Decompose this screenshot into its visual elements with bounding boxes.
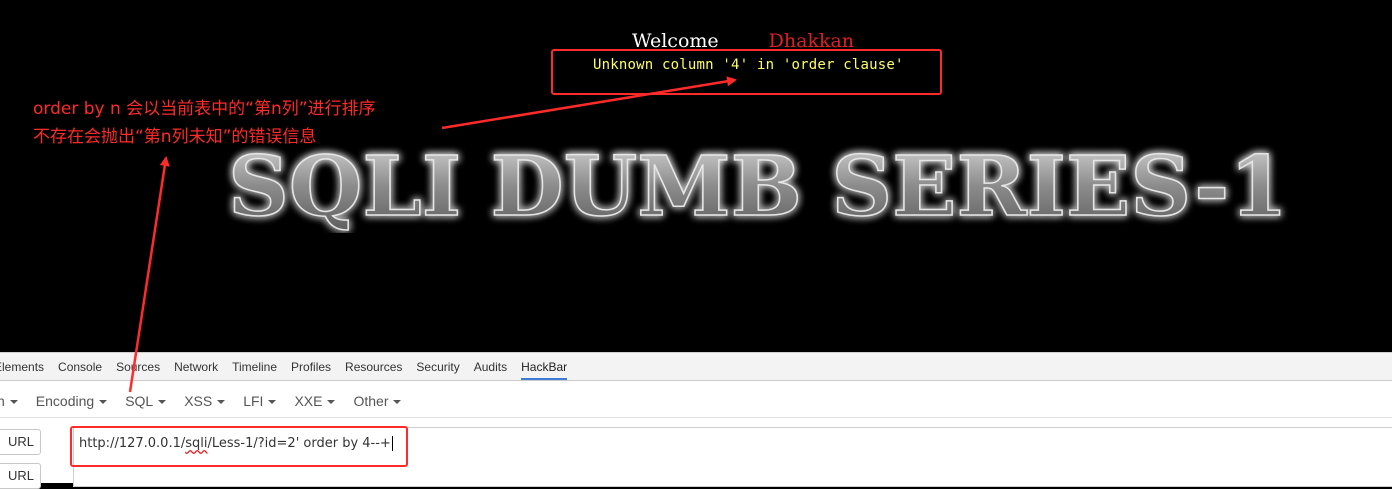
caret-down-icon [217, 400, 226, 405]
caret-down-icon [327, 400, 336, 405]
menu-xss[interactable]: XSS [184, 393, 226, 409]
caret-down-icon [9, 400, 18, 405]
menu-other[interactable]: Other [353, 393, 402, 409]
annotation-note: order by n 会以当前表中的“第n列”进行排序 不存在会抛出“第n列未知… [33, 95, 376, 151]
page-viewport: Welcome Dhakkan Unknown column '4' in 'or… [0, 0, 1392, 352]
caret-down-icon [158, 400, 167, 405]
menu-sql[interactable]: SQL [125, 393, 167, 409]
menu-label: n [0, 393, 5, 409]
menu-encoding[interactable]: Encoding [35, 393, 108, 409]
menu-n[interactable]: n [0, 393, 18, 409]
menu-xxe[interactable]: XXE [294, 393, 336, 409]
highlight-box-url [70, 426, 408, 467]
menu-label: Encoding [35, 393, 95, 409]
load-url-button[interactable]: URL [0, 429, 41, 455]
menu-label: XSS [184, 393, 213, 409]
tab-profiles[interactable]: Profiles [291, 360, 331, 380]
tab-console[interactable]: Console [58, 360, 102, 380]
tab-elements[interactable]: Elements [0, 360, 44, 380]
menu-label: SQL [125, 393, 154, 409]
devtools-tabbar: Elements Console Sources Network Timeline Pro… [0, 353, 1392, 381]
tab-resources[interactable]: Resources [345, 360, 402, 380]
menu-label: Other [353, 393, 389, 409]
hackbar-toolbar: n Encoding SQL XSS LFI XXE Other [0, 385, 1392, 418]
caret-down-icon [99, 400, 108, 405]
tab-timeline[interactable]: Timeline [232, 360, 277, 380]
load-url-label: URL [7, 434, 34, 449]
menu-label: XXE [294, 393, 323, 409]
menu-lfi[interactable]: LFI [243, 393, 277, 409]
caret-down-icon [268, 400, 277, 405]
tab-network[interactable]: Network [174, 360, 218, 380]
caret-down-icon [393, 400, 402, 405]
sqli-banner: SQLI DUMB SERIES-1 [227, 143, 1289, 233]
highlight-box-error [551, 49, 942, 95]
split-url-label: URL [7, 468, 34, 483]
annotation-line-1: order by n 会以当前表中的“第n列”进行排序 [33, 99, 376, 119]
tab-security[interactable]: Security [416, 360, 459, 380]
menu-label: LFI [243, 393, 264, 409]
tab-sources[interactable]: Sources [116, 360, 160, 380]
split-url-button[interactable]: URL [0, 463, 41, 489]
tab-hackbar[interactable]: HackBar [521, 360, 568, 380]
tab-audits[interactable]: Audits [474, 360, 507, 380]
banner-text: SQLI DUMB SERIES-1 [228, 143, 1288, 233]
annotation-line-2: 不存在会抛出“第n列未知”的错误信息 [33, 127, 317, 147]
